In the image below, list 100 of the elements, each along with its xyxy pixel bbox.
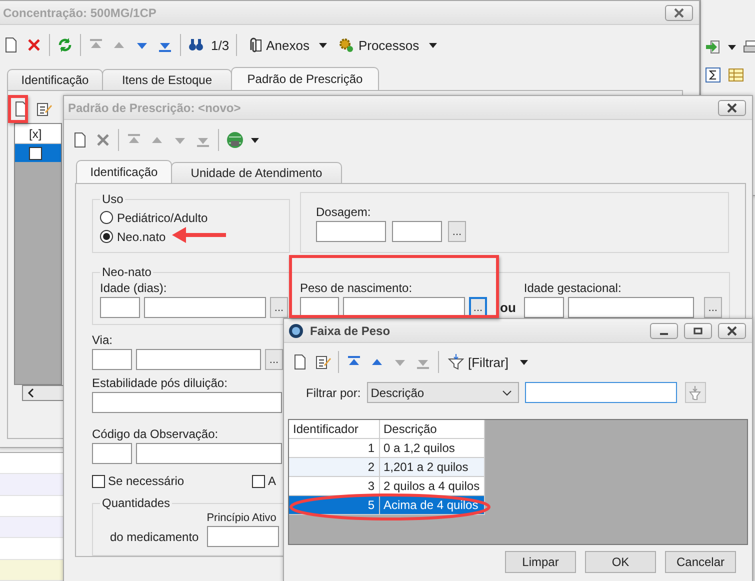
- input-field[interactable]: [206, 526, 279, 547]
- maximize-button[interactable]: [684, 322, 712, 338]
- scroll-left-icon: [27, 388, 35, 398]
- attachments-menu[interactable]: Anexos: [244, 37, 330, 53]
- import-arrow-icon[interactable]: [705, 39, 721, 55]
- gear-icon: [338, 37, 354, 53]
- close-button[interactable]: [665, 4, 693, 20]
- close-icon: [674, 8, 684, 18]
- apply-filter-button[interactable]: [684, 382, 706, 403]
- input-field[interactable]: [568, 297, 694, 318]
- table-icon[interactable]: [728, 67, 744, 83]
- window-title: Concentração: 500MG/1CP: [3, 6, 158, 20]
- input-field[interactable]: [392, 221, 442, 242]
- tab[interactable]: Unidade de Atendimento: [171, 162, 342, 183]
- field-label: Princípio Ativo: [206, 512, 276, 524]
- radio-button[interactable]: [100, 230, 113, 243]
- group-label: Quantidades: [101, 496, 172, 510]
- annotation-arrow: [170, 226, 228, 244]
- caret-icon: [520, 358, 528, 366]
- chevron-down-icon: [502, 388, 512, 396]
- input-field[interactable]: [136, 349, 261, 370]
- binoculars-icon[interactable]: [188, 37, 204, 53]
- refresh-icon[interactable]: [57, 37, 73, 53]
- tab[interactable]: Padrão de Prescrição: [231, 67, 379, 90]
- filter-menu[interactable]: [Filtrar]: [446, 354, 530, 370]
- input-field[interactable]: [316, 221, 386, 242]
- checkbox-label: A: [268, 474, 276, 488]
- search-field[interactable]: [524, 382, 677, 403]
- group-label: Neo-nato: [101, 265, 152, 279]
- field-label: Peso de nascimento:: [300, 281, 412, 295]
- checkbox-label: Se necessário: [108, 474, 184, 488]
- close-button[interactable]: [718, 100, 746, 116]
- field-label: Idade (dias):: [100, 281, 167, 295]
- row-label: do medicamento: [110, 530, 199, 544]
- table-row[interactable]: 2 1,201 a 2 quilos: [289, 458, 484, 476]
- filter-dropdown[interactable]: Descrição: [366, 382, 519, 403]
- caret-icon: [429, 41, 438, 49]
- close-button[interactable]: [718, 322, 746, 338]
- input-field[interactable]: [92, 349, 132, 370]
- field-label: Código da Observação:: [92, 427, 218, 441]
- cancel-button[interactable]: Cancelar: [665, 551, 736, 573]
- maximize-icon: [693, 326, 703, 336]
- field-label: Dosagem:: [316, 205, 371, 219]
- or-label: ou: [500, 300, 516, 315]
- new-document-icon[interactable]: [72, 132, 88, 148]
- input-field[interactable]: [136, 443, 282, 464]
- delete-icon[interactable]: [26, 37, 42, 53]
- tab[interactable]: Identificação: [7, 69, 103, 90]
- input-field[interactable]: [524, 297, 564, 318]
- close-icon: [727, 102, 737, 112]
- new-document-icon[interactable]: [3, 37, 19, 53]
- sigma-icon[interactable]: [705, 67, 721, 83]
- close-icon: [727, 326, 737, 336]
- input-field[interactable]: [144, 297, 266, 318]
- table-row[interactable]: [15, 144, 61, 162]
- tab[interactable]: Identificação: [76, 160, 172, 183]
- new-document-icon[interactable]: [292, 354, 308, 370]
- funnel-icon: [689, 386, 702, 400]
- browse-button[interactable]: ...: [265, 349, 283, 370]
- input-field[interactable]: [92, 392, 282, 413]
- minimize-icon: [660, 332, 668, 334]
- globe-icon[interactable]: [226, 131, 244, 149]
- processes-menu[interactable]: Processos: [336, 37, 440, 53]
- input-field[interactable]: [100, 297, 140, 318]
- radio-label: Pediátrico/Adulto: [117, 210, 208, 224]
- window-title: Faixa de Peso: [310, 324, 392, 338]
- delete-icon[interactable]: [95, 132, 111, 148]
- window-title: Padrão de Prescrição: <novo>: [68, 100, 242, 114]
- edit-icon[interactable]: [36, 101, 52, 117]
- table-row[interactable]: 3 2 quilos a 4 quilos: [289, 476, 484, 496]
- caret-icon: [728, 43, 736, 51]
- checkbox[interactable]: [29, 147, 42, 160]
- highlight-frame: [8, 95, 28, 123]
- group-label: Uso: [101, 192, 124, 206]
- printer-icon[interactable]: [743, 39, 755, 55]
- checkbox[interactable]: [92, 474, 105, 488]
- edit-icon[interactable]: [315, 354, 331, 370]
- table-cell: 5: [289, 496, 379, 514]
- field-label: Idade gestacional:: [524, 281, 622, 295]
- radio-button[interactable]: [100, 211, 113, 224]
- tab[interactable]: Itens de Estoque: [102, 69, 232, 90]
- table-row[interactable]: 1 0 a 1,2 quilos: [289, 438, 484, 458]
- column-header[interactable]: Descrição: [379, 420, 484, 438]
- clear-button[interactable]: Limpar: [505, 551, 576, 573]
- funnel-icon: [448, 354, 464, 370]
- table-cell: Acima de 4 quilos: [379, 496, 484, 514]
- ok-button[interactable]: OK: [585, 551, 656, 573]
- radio-label: Neo.nato: [117, 230, 166, 244]
- record-counter: 1/3: [211, 38, 230, 52]
- checkbox[interactable]: [252, 474, 265, 488]
- caret-icon: [319, 41, 328, 49]
- browse-button[interactable]: ...: [448, 221, 466, 242]
- browse-button[interactable]: ...: [270, 297, 288, 318]
- field-label: Filtrar por:: [306, 386, 361, 400]
- column-header: [x]: [15, 124, 61, 144]
- browse-button[interactable]: ...: [704, 297, 722, 318]
- column-header[interactable]: Identificador: [289, 420, 379, 438]
- minimize-button[interactable]: [650, 322, 678, 338]
- input-field[interactable]: [92, 443, 132, 464]
- field-label: Estabilidade pós diluição:: [92, 376, 228, 390]
